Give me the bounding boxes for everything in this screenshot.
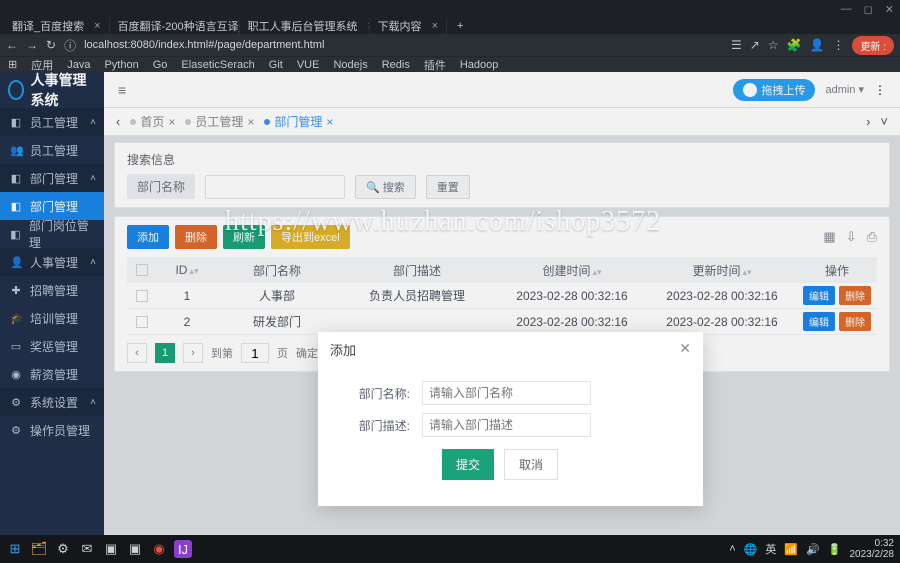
modal-close-icon[interactable]: ✕ (679, 340, 691, 359)
field-label-name: 部门名称: (338, 385, 410, 402)
start-icon[interactable]: ⊞ (6, 540, 24, 558)
taskbar: ⊞ 🗂 ⚙ ✉ ▣ ▣ ◉ IJ ˄ 🌐 英 📶 🔊 🔋 0:32 2023/2… (0, 535, 900, 563)
bookmark-item[interactable]: Go (153, 59, 168, 71)
bookmark-item[interactable]: Java (67, 59, 90, 71)
sound-icon[interactable]: 🔊 (806, 543, 820, 556)
bookmark-item[interactable]: VUE (297, 59, 320, 71)
account-icon[interactable]: 👤 (809, 38, 824, 52)
cancel-button[interactable]: 取消 (504, 449, 558, 480)
explorer-icon[interactable]: 🗂 (30, 540, 48, 558)
modal-title: 添加 (330, 340, 356, 359)
clock[interactable]: 0:32 2023/2/28 (850, 538, 895, 560)
star-icon[interactable]: ☆ (768, 38, 779, 52)
menu-icon[interactable]: ⋮ (832, 38, 844, 52)
tab-close-icon[interactable]: × (94, 20, 100, 32)
bookmark-item[interactable]: Redis (382, 59, 410, 71)
bookmarks-bar: ⊞ 应用 Java Python Go ElaseticSerach Git V… (0, 56, 900, 72)
close-icon[interactable]: ✕ (885, 3, 894, 16)
tab-close-icon[interactable]: × (432, 20, 438, 32)
info-icon[interactable]: ⓘ (64, 37, 76, 54)
new-tab-button[interactable]: + (447, 18, 473, 34)
browser-tab[interactable]: 百度翻译-200种语言互译_沟通...× (110, 18, 240, 34)
url-input[interactable]: localhost:8080/index.html#/page/departme… (84, 39, 723, 51)
bookmark-item[interactable]: ElaseticSerach (181, 59, 254, 71)
bookmark-item[interactable]: Hadoop (460, 59, 499, 71)
browser-tab[interactable]: 翻译_百度搜索× (4, 18, 110, 34)
browser-tab[interactable]: 下载内容× (370, 18, 447, 34)
reload-icon[interactable]: ↻ (46, 38, 56, 52)
translate-icon[interactable]: ☰ (731, 38, 742, 52)
browser-tabs: 翻译_百度搜索× 百度翻译-200种语言互译_沟通...× 职工人事后台管理系统… (0, 18, 900, 34)
bookmark-item[interactable]: Python (104, 59, 138, 71)
chrome-icon[interactable]: ◉ (150, 540, 168, 558)
forward-icon[interactable]: → (26, 38, 38, 52)
wifi-icon[interactable]: 📶 (784, 543, 798, 556)
mail-icon[interactable]: ✉ (78, 540, 96, 558)
field-label-desc: 部门描述: (338, 417, 410, 434)
back-icon[interactable]: ← (6, 38, 18, 52)
lang-icon[interactable]: 英 (765, 541, 776, 557)
bookmark-item[interactable]: Nodejs (333, 59, 367, 71)
dept-name-field[interactable] (422, 381, 591, 405)
terminal-icon[interactable]: ▣ (102, 540, 120, 558)
idea-icon[interactable]: IJ (174, 540, 192, 558)
bookmark-item[interactable]: 插件 (424, 57, 446, 73)
window-titlebar: — ◻ ✕ (0, 0, 900, 18)
browser-tab[interactable]: 职工人事后台管理系统× (240, 18, 370, 34)
bookmark-item[interactable]: Git (269, 59, 283, 71)
term2-icon[interactable]: ▣ (126, 540, 144, 558)
ime-icon[interactable]: 🌐 (744, 543, 758, 556)
settings-icon[interactable]: ⚙ (54, 540, 72, 558)
tray-up-icon[interactable]: ˄ (729, 543, 735, 555)
share-icon[interactable]: ↗ (750, 38, 760, 52)
battery-icon[interactable]: 🔋 (828, 543, 842, 556)
minimize-icon[interactable]: — (841, 3, 852, 15)
add-dept-modal: 添加 ✕ 部门名称: 部门描述: 提交 取消 (318, 332, 703, 506)
extensions-icon[interactable]: 🧩 (787, 38, 802, 52)
apps-icon[interactable]: ⊞ (8, 58, 17, 71)
dept-desc-field[interactable] (422, 413, 591, 437)
submit-button[interactable]: 提交 (442, 449, 494, 480)
update-pill[interactable]: 更新 : (852, 36, 894, 55)
maximize-icon[interactable]: ◻ (864, 3, 873, 16)
address-bar: ← → ↻ ⓘ localhost:8080/index.html#/page/… (0, 34, 900, 56)
